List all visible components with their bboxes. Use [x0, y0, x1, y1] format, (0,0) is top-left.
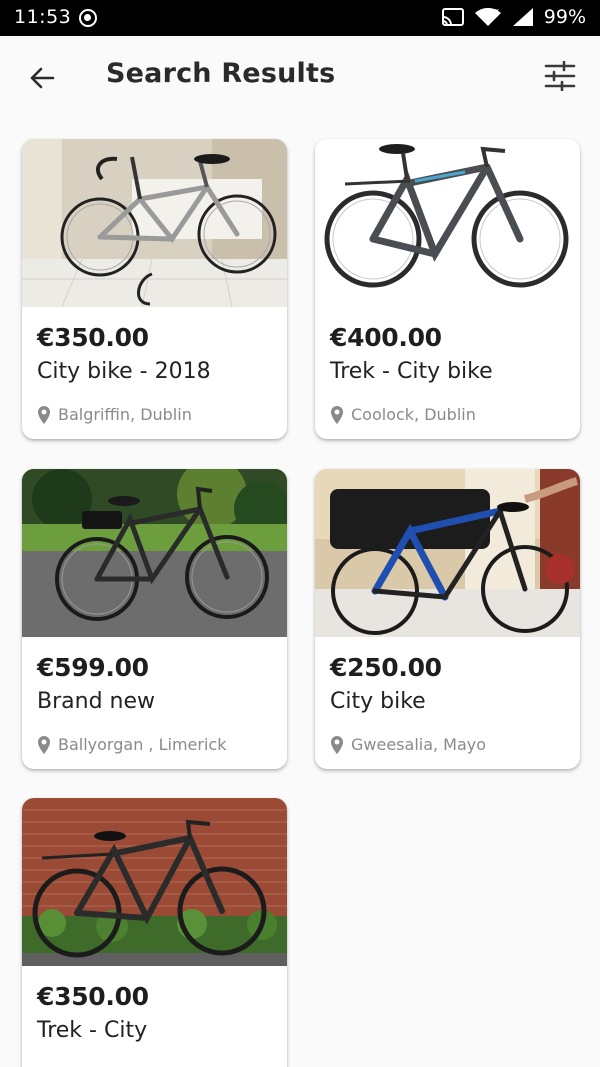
app-bar: Search Results [0, 36, 600, 120]
listing-image [22, 798, 287, 966]
listing-price: €350.00 [37, 982, 149, 1011]
listing-location: Coolock, Dublin [330, 405, 476, 424]
listing-location-text: Coolock, Dublin [351, 405, 476, 424]
location-pin-icon [38, 735, 50, 754]
listing-price: €400.00 [330, 323, 442, 352]
listing-image [22, 469, 287, 637]
listing-price: €599.00 [37, 653, 149, 682]
cast-icon [441, 8, 464, 26]
battery-level: 99% [543, 6, 586, 28]
listing-title: Trek - City bike [330, 359, 493, 384]
notification-icon [79, 9, 97, 27]
status-icons: x 99% [441, 6, 586, 28]
location-pin-icon [331, 405, 343, 424]
listing-card[interactable]: €599.00 Brand new Ballyorgan , Limerick [22, 469, 287, 769]
filter-button[interactable] [540, 56, 580, 96]
location-pin-icon [38, 405, 50, 424]
listing-location: Gweesalia, Mayo [330, 735, 486, 754]
listing-card[interactable]: €350.00 Trek - City [22, 798, 287, 1067]
listing-title: City bike [330, 689, 426, 714]
page-title: Search Results [106, 58, 336, 89]
svg-text:x: x [495, 7, 499, 15]
listing-image [22, 139, 287, 307]
listing-location: Ballyorgan , Limerick [37, 735, 226, 754]
status-time: 11:53 [14, 6, 72, 28]
listing-location-text: Balgriffin, Dublin [58, 405, 192, 424]
listing-title: Brand new [37, 689, 155, 714]
listing-card[interactable]: €400.00 Trek - City bike Coolock, Dublin [315, 139, 580, 439]
wifi-icon: x [474, 7, 501, 26]
listing-price: €250.00 [330, 653, 442, 682]
listing-card[interactable]: €350.00 City bike - 2018 Balgriffin, Dub… [22, 139, 287, 439]
listing-title: Trek - City [37, 1018, 148, 1043]
status-bar: 11:53 x 99% [0, 0, 600, 36]
listing-price: €350.00 [37, 323, 149, 352]
tune-icon [544, 61, 576, 91]
location-pin-icon [331, 735, 343, 754]
arrow-back-icon [30, 67, 55, 89]
listing-image [315, 469, 580, 637]
signal-icon [512, 8, 533, 26]
back-button[interactable] [22, 58, 62, 98]
listing-image [315, 139, 580, 307]
listing-location-text: Gweesalia, Mayo [351, 735, 487, 754]
listing-location-text: Ballyorgan , Limerick [58, 735, 227, 754]
listing-title: City bike - 2018 [37, 359, 211, 384]
listing-card[interactable]: €250.00 City bike Gweesalia, Mayo [315, 469, 580, 769]
listing-location: Balgriffin, Dublin [37, 405, 192, 424]
